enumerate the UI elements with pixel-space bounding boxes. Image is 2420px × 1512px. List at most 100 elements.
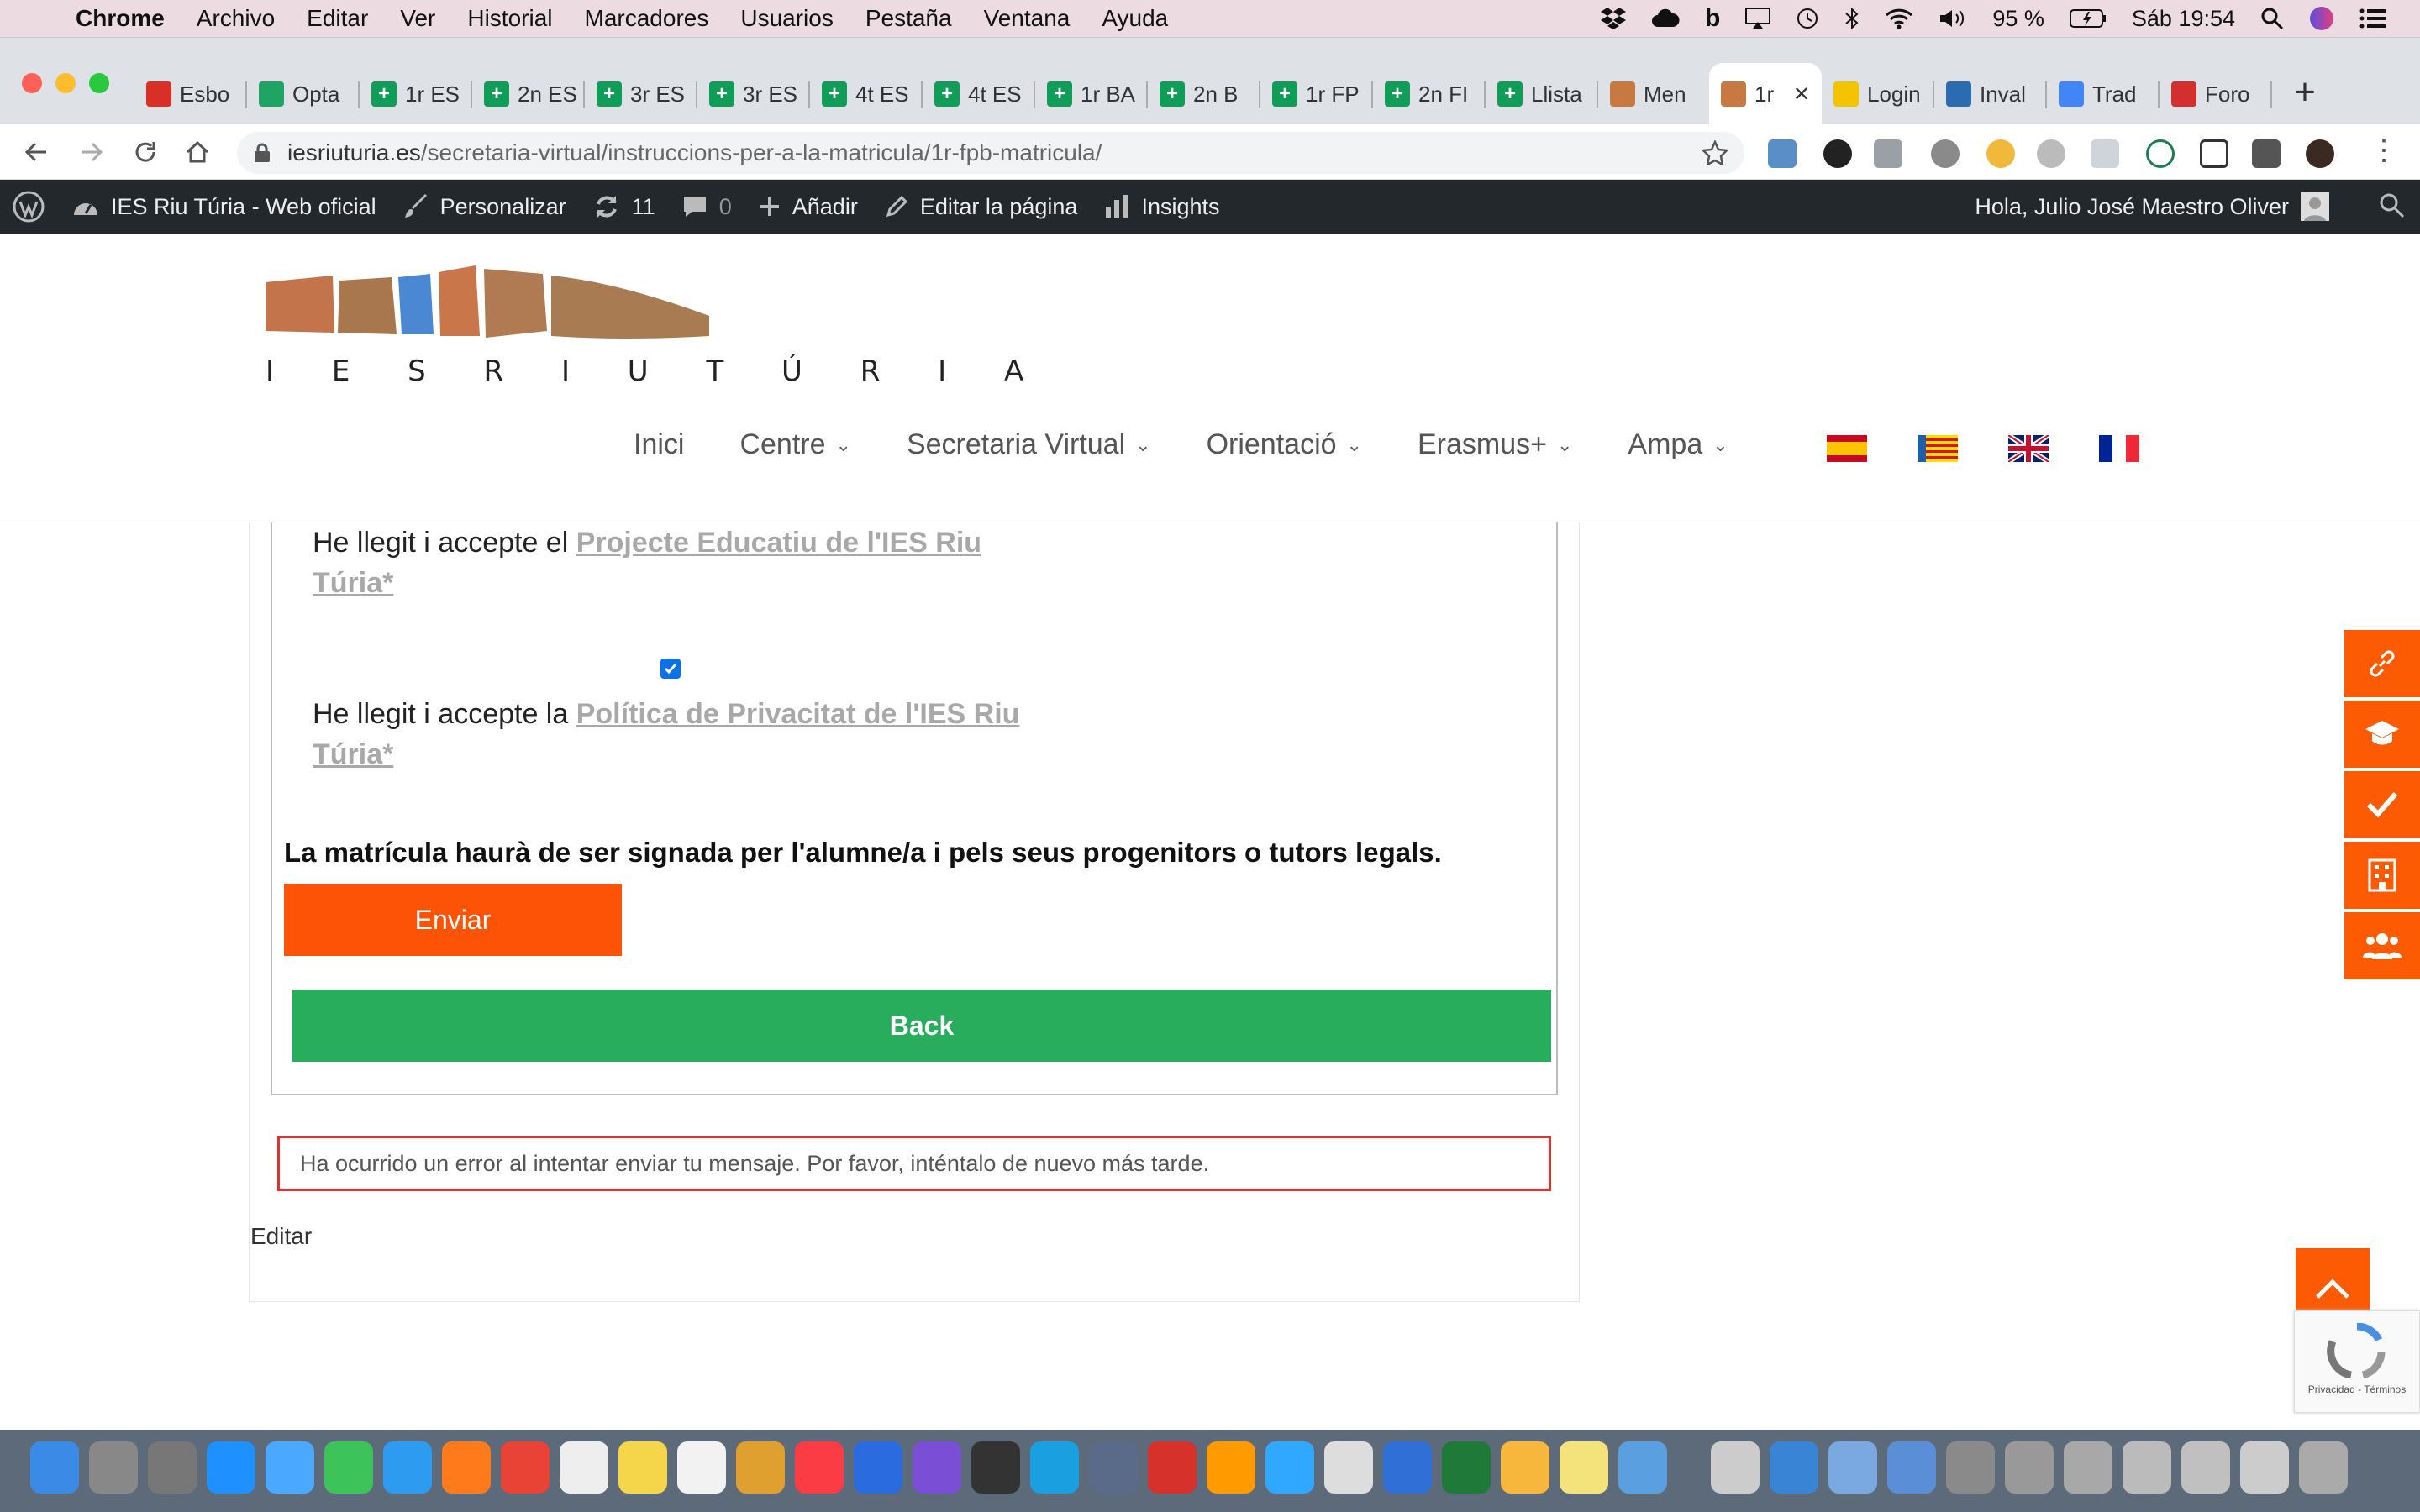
chrome-menu-icon[interactable]: ⋮ <box>2370 136 2398 165</box>
owl-extension-icon[interactable] <box>1823 139 1852 168</box>
hand-extension-icon[interactable] <box>1986 139 2015 168</box>
menu-ventana[interactable]: Ventana <box>984 5 1071 32</box>
dock-app-icon[interactable] <box>501 1441 550 1494</box>
menu-historial[interactable]: Historial <box>467 5 552 32</box>
weather-extension-icon[interactable] <box>2091 139 2119 168</box>
time-machine-icon[interactable] <box>1796 7 1819 30</box>
dock-app-icon[interactable] <box>383 1441 432 1494</box>
spanish-flag-icon[interactable] <box>1827 435 1867 462</box>
battery-icon[interactable] <box>2069 8 2107 29</box>
minimize-window-button[interactable] <box>55 73 76 93</box>
address-bar[interactable]: iesriuturia.es/secretaria-virtual/instru… <box>237 132 1744 174</box>
dock-app-icon[interactable] <box>1442 1441 1491 1494</box>
tab-11[interactable]: +2n FI <box>1373 63 1486 125</box>
dock-app-icon[interactable] <box>2064 1441 2112 1494</box>
close-window-button[interactable] <box>22 73 42 93</box>
bookmark-star-icon[interactable] <box>1702 140 1728 165</box>
dock-app-icon[interactable] <box>560 1441 608 1494</box>
privacy-policy-link[interactable]: Política de Privacitat de l'IES Riu <box>576 698 1020 730</box>
nav-item-inici[interactable]: Inici <box>634 428 684 461</box>
app-menu[interactable]: Chrome <box>76 5 165 32</box>
recaptcha-badge[interactable]: Privacidad - Términos <box>2294 1310 2420 1413</box>
tab-5[interactable]: +3r ES <box>697 63 810 125</box>
site-logo[interactable]: I E S R I U T Ú R I A <box>266 265 1023 408</box>
building-icon[interactable] <box>2344 842 2420 909</box>
dropbox-icon[interactable] <box>1601 8 1627 29</box>
nav-item-erasmus-[interactable]: Erasmus+ ⌄ <box>1418 428 1572 461</box>
wordpress-logo-icon[interactable] <box>12 190 45 223</box>
checkmark-icon[interactable] <box>2344 771 2420 838</box>
wp-account-menu[interactable]: Hola, Julio José Maestro Oliver <box>1975 180 2329 234</box>
abp-extension-icon[interactable] <box>2037 139 2065 168</box>
bluetooth-icon[interactable] <box>1844 7 1860 30</box>
dock-app-icon[interactable] <box>1887 1441 1936 1494</box>
graduation-cap-icon[interactable] <box>2344 701 2420 768</box>
edit-link[interactable]: Editar <box>250 1223 312 1250</box>
tab-6[interactable]: +4t ES <box>810 63 923 125</box>
profile-avatar[interactable] <box>2306 139 2334 168</box>
educational-project-link[interactable]: Projecte Educatiu de l'IES Riu <box>576 527 981 559</box>
dock-app-icon[interactable] <box>913 1441 961 1494</box>
timer-extension-icon[interactable] <box>2146 139 2175 168</box>
dock-app-icon[interactable] <box>1030 1441 1079 1494</box>
menu-pestana[interactable]: Pestaña <box>865 5 952 32</box>
dock-app-icon[interactable] <box>795 1441 844 1494</box>
uk-flag-icon[interactable] <box>2008 435 2049 462</box>
tab-0[interactable]: Esbo <box>134 63 247 125</box>
valencian-flag-icon[interactable] <box>1918 435 1958 462</box>
french-flag-icon[interactable] <box>2099 435 2139 462</box>
nav-item-centre[interactable]: Centre ⌄ <box>739 428 851 461</box>
menu-ayuda[interactable]: Ayuda <box>1102 5 1168 32</box>
cloud-upload-icon[interactable] <box>1651 8 1680 29</box>
notification-center-icon[interactable] <box>2360 8 2386 29</box>
tab-15[interactable]: Login <box>1822 63 1934 125</box>
siri-icon[interactable] <box>2309 6 2334 31</box>
dock-app-icon[interactable] <box>1501 1441 1549 1494</box>
dock-app-icon[interactable] <box>677 1441 726 1494</box>
dock-app-icon[interactable] <box>1207 1441 1255 1494</box>
b-icon[interactable]: b <box>1705 4 1720 33</box>
dock-app-icon[interactable] <box>324 1441 373 1494</box>
dock-app-icon[interactable] <box>207 1441 255 1494</box>
dock-app-icon[interactable] <box>266 1441 314 1494</box>
dock-app-icon[interactable] <box>1828 1441 1877 1494</box>
nav-item-ampa[interactable]: Ampa ⌄ <box>1628 428 1728 461</box>
reload-icon[interactable] <box>128 134 163 170</box>
apple-extension-icon[interactable] <box>1931 139 1960 168</box>
dock-app-icon[interactable] <box>2299 1441 2348 1494</box>
tab-3[interactable]: +2n ES <box>472 63 585 125</box>
tab-16[interactable]: Inval <box>1934 63 2047 125</box>
tab-7[interactable]: +4t ES <box>923 63 1035 125</box>
dock-app-icon[interactable] <box>1148 1441 1197 1494</box>
dock-app-icon[interactable] <box>736 1441 785 1494</box>
dock-app-icon[interactable] <box>1770 1441 1818 1494</box>
maximize-window-button[interactable] <box>89 73 109 93</box>
dock-app-icon[interactable] <box>2005 1441 2054 1494</box>
wifi-icon[interactable] <box>1885 8 1913 29</box>
submit-button[interactable]: Enviar <box>284 884 622 956</box>
wp-updates[interactable]: 11 <box>593 194 655 220</box>
extensions-puzzle-icon[interactable] <box>2252 139 2281 168</box>
dock-app-icon[interactable] <box>1265 1441 1314 1494</box>
screenshot-extension-icon[interactable] <box>1768 139 1797 168</box>
nav-item-orientaci-[interactable]: Orientació ⌄ <box>1207 428 1362 461</box>
wp-customize[interactable]: Personalizar <box>403 194 566 220</box>
new-tab-button[interactable]: + <box>2284 71 2326 113</box>
dock-app-icon[interactable] <box>1946 1441 1995 1494</box>
tab-4[interactable]: +3r ES <box>585 63 697 125</box>
dock-app-icon[interactable] <box>1560 1441 1608 1494</box>
dock-app-icon[interactable] <box>148 1441 197 1494</box>
menu-usuarios[interactable]: Usuarios <box>740 5 833 32</box>
menu-archivo[interactable]: Archivo <box>197 5 275 32</box>
wp-comments[interactable]: 0 <box>682 194 732 220</box>
privacy-policy-checkbox[interactable] <box>660 659 681 679</box>
wp-insights[interactable]: Insights <box>1104 194 1220 220</box>
home-icon[interactable] <box>180 134 215 170</box>
volume-icon[interactable] <box>1939 8 1967 29</box>
tab-12[interactable]: + Llista <box>1486 63 1598 125</box>
menu-ver[interactable]: Ver <box>400 5 435 32</box>
dock-app-icon[interactable] <box>618 1441 667 1494</box>
link-icon[interactable] <box>2344 630 2420 697</box>
dock-app-icon[interactable] <box>854 1441 902 1494</box>
wp-add-new[interactable]: Añadir <box>759 194 858 220</box>
